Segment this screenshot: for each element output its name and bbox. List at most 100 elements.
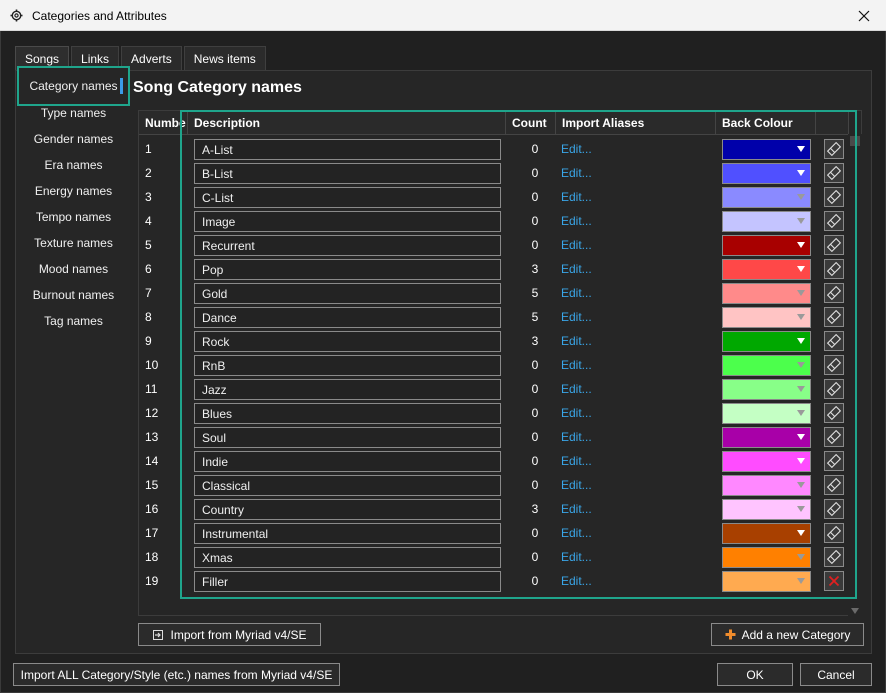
eraser-button[interactable] (824, 187, 844, 207)
edit-aliases-link[interactable]: Edit... (561, 502, 592, 516)
back-colour-select[interactable] (722, 571, 811, 592)
ok-button[interactable]: OK (717, 663, 793, 686)
back-colour-select[interactable] (722, 355, 811, 376)
subnav-texture-names[interactable]: Texture names (17, 230, 130, 256)
edit-aliases-link[interactable]: Edit... (561, 310, 592, 324)
subnav-category-names[interactable]: Category names (17, 66, 130, 106)
eraser-button[interactable] (824, 403, 844, 423)
edit-aliases-link[interactable]: Edit... (561, 526, 592, 540)
close-button[interactable] (842, 0, 886, 31)
subnav-tempo-names[interactable]: Tempo names (17, 204, 130, 230)
edit-aliases-link[interactable]: Edit... (561, 238, 592, 252)
back-colour-select[interactable] (722, 451, 811, 472)
eraser-button[interactable] (824, 355, 844, 375)
eraser-button[interactable] (824, 307, 844, 327)
description-field[interactable]: Instrumental (194, 523, 501, 544)
eraser-button[interactable] (824, 163, 844, 183)
back-colour-select[interactable] (722, 475, 811, 496)
description-field[interactable]: RnB (194, 355, 501, 376)
edit-aliases-link[interactable]: Edit... (561, 190, 592, 204)
description-field[interactable]: Classical (194, 475, 501, 496)
import-from-myriad-button[interactable]: Import from Myriad v4/SE (138, 623, 321, 646)
edit-aliases-link[interactable]: Edit... (561, 430, 592, 444)
add-category-button[interactable]: Add a new Category (711, 623, 864, 646)
edit-aliases-link[interactable]: Edit... (561, 574, 592, 588)
eraser-button[interactable] (824, 259, 844, 279)
back-colour-select[interactable] (722, 379, 811, 400)
column-header-description[interactable]: Description (188, 111, 506, 135)
subnav-era-names[interactable]: Era names (17, 152, 130, 178)
back-colour-select[interactable] (722, 259, 811, 280)
description-field[interactable]: Jazz (194, 379, 501, 400)
description-field[interactable]: A-List (194, 139, 501, 160)
description-field[interactable]: C-List (194, 187, 501, 208)
column-header-back-colour[interactable]: Back Colour (716, 111, 816, 135)
back-colour-select[interactable] (722, 307, 811, 328)
edit-aliases-link[interactable]: Edit... (561, 262, 592, 276)
edit-aliases-link[interactable]: Edit... (561, 214, 592, 228)
subnav-burnout-names[interactable]: Burnout names (17, 282, 130, 308)
description-field[interactable]: Xmas (194, 547, 501, 568)
edit-aliases-link[interactable]: Edit... (561, 142, 592, 156)
subnav-gender-names[interactable]: Gender names (17, 126, 130, 152)
scroll-up-icon[interactable] (850, 136, 860, 146)
edit-aliases-link[interactable]: Edit... (561, 382, 592, 396)
grid-scrollbar[interactable] (848, 134, 862, 616)
cancel-button[interactable]: Cancel (800, 663, 872, 686)
eraser-button[interactable] (824, 427, 844, 447)
eraser-button[interactable] (824, 499, 844, 519)
edit-aliases-link[interactable]: Edit... (561, 166, 592, 180)
back-colour-select[interactable] (722, 523, 811, 544)
back-colour-select[interactable] (722, 283, 811, 304)
back-colour-select[interactable] (722, 499, 811, 520)
eraser-button[interactable] (824, 523, 844, 543)
eraser-button[interactable] (824, 379, 844, 399)
description-field[interactable]: Country (194, 499, 501, 520)
description-field[interactable]: Pop (194, 259, 501, 280)
column-header-number[interactable]: Numbe (139, 111, 188, 135)
description-field[interactable]: Recurrent (194, 235, 501, 256)
eraser-button[interactable] (824, 451, 844, 471)
column-header-import-aliases[interactable]: Import Aliases (556, 111, 716, 135)
column-header-count[interactable]: Count (506, 111, 556, 135)
tab-adverts[interactable]: Adverts (121, 46, 182, 70)
back-colour-select[interactable] (722, 331, 811, 352)
back-colour-select[interactable] (722, 427, 811, 448)
scroll-down-icon[interactable] (851, 608, 859, 614)
subnav-energy-names[interactable]: Energy names (17, 178, 130, 204)
back-colour-select[interactable] (722, 235, 811, 256)
back-colour-select[interactable] (722, 403, 811, 424)
description-field[interactable]: B-List (194, 163, 501, 184)
delete-button[interactable] (824, 571, 844, 591)
edit-aliases-link[interactable]: Edit... (561, 454, 592, 468)
description-field[interactable]: Filler (194, 571, 501, 592)
description-field[interactable]: Indie (194, 451, 501, 472)
eraser-button[interactable] (824, 139, 844, 159)
back-colour-select[interactable] (722, 187, 811, 208)
edit-aliases-link[interactable]: Edit... (561, 358, 592, 372)
subnav-mood-names[interactable]: Mood names (17, 256, 130, 282)
description-field[interactable]: Rock (194, 331, 501, 352)
description-field[interactable]: Dance (194, 307, 501, 328)
description-field[interactable]: Image (194, 211, 501, 232)
description-field[interactable]: Soul (194, 427, 501, 448)
subnav-tag-names[interactable]: Tag names (17, 308, 130, 334)
back-colour-select[interactable] (722, 547, 811, 568)
edit-aliases-link[interactable]: Edit... (561, 406, 592, 420)
edit-aliases-link[interactable]: Edit... (561, 334, 592, 348)
eraser-button[interactable] (824, 475, 844, 495)
edit-aliases-link[interactable]: Edit... (561, 550, 592, 564)
eraser-button[interactable] (824, 211, 844, 231)
description-field[interactable]: Blues (194, 403, 501, 424)
eraser-button[interactable] (824, 547, 844, 567)
edit-aliases-link[interactable]: Edit... (561, 286, 592, 300)
back-colour-select[interactable] (722, 163, 811, 184)
eraser-button[interactable] (824, 283, 844, 303)
edit-aliases-link[interactable]: Edit... (561, 478, 592, 492)
back-colour-select[interactable] (722, 139, 811, 160)
tab-news-items[interactable]: News items (183, 46, 266, 70)
back-colour-select[interactable] (722, 211, 811, 232)
import-all-button[interactable]: Import ALL Category/Style (etc.) names f… (13, 663, 340, 686)
eraser-button[interactable] (824, 331, 844, 351)
eraser-button[interactable] (824, 235, 844, 255)
